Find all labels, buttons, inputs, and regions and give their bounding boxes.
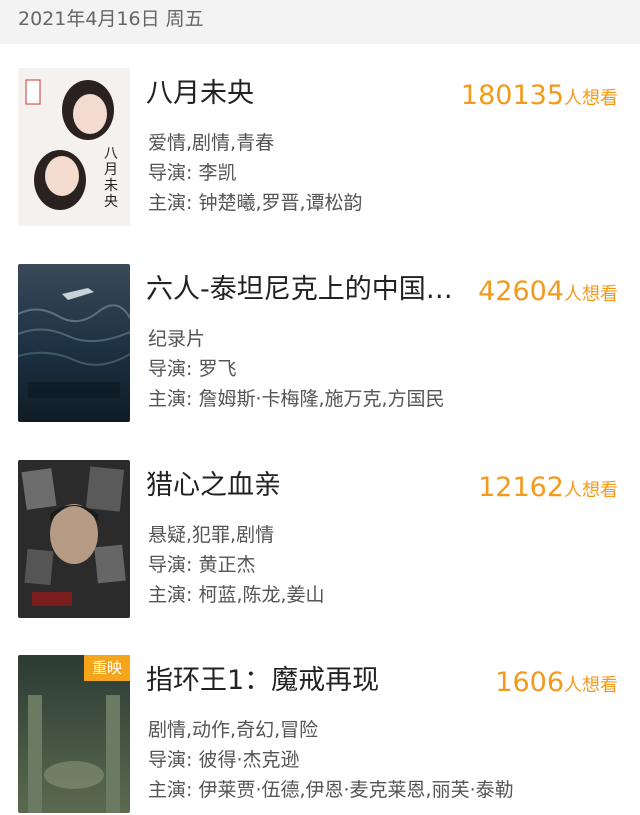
poster-image: 八 月 未 央 [18,68,130,226]
movie-poster[interactable]: 重映 [18,655,130,813]
svg-text:月: 月 [104,162,118,178]
movie-poster[interactable] [18,264,130,422]
movie-card[interactable]: 六人-泰坦尼克上的中国幸存者 42604人想看 纪录片 导演: 罗飞 主演: 詹… [0,264,640,424]
date-header: 2021年4月16日 周五 [0,0,640,44]
movie-genres: 悬疑,犯罪,剧情 [148,524,275,546]
want-count-unit: 人想看 [564,284,618,305]
want-count-number: 180135 [460,80,564,111]
svg-text:央: 央 [104,194,118,210]
movie-cast: 主演: 詹姆斯·卡梅隆,施万克,方国民 [148,388,445,410]
rerun-badge: 重映 [84,655,130,681]
movie-cast: 主演: 钟楚曦,罗晋,谭松韵 [148,192,363,214]
movie-title[interactable]: 六人-泰坦尼克上的中国幸存者 [146,270,456,310]
poster-image [18,264,130,422]
want-count: 1606人想看 [495,665,618,704]
movie-director: 导演: 李凯 [148,162,237,184]
svg-text:未: 未 [104,178,118,194]
movie-poster[interactable] [18,460,130,618]
movie-director: 导演: 彼得·杰克逊 [148,749,300,771]
movie-card[interactable]: 重映 指环王1：魔戒再现 1606人想看 剧情,动作,奇幻,冒险 导演: 彼得·… [0,655,640,815]
want-count-unit: 人想看 [564,88,618,109]
movie-cast: 主演: 伊莱贾·伍德,伊恩·麦克莱恩,丽芙·泰勒 [148,779,514,801]
movie-cast: 主演: 柯蓝,陈龙,姜山 [148,584,325,606]
want-count-number: 1606 [495,667,564,698]
movie-title[interactable]: 指环王1：魔戒再现 [146,661,456,701]
movie-title[interactable]: 八月未央 [146,74,456,114]
movie-title[interactable]: 猎心之血亲 [146,466,456,506]
want-count: 12162人想看 [478,470,618,509]
want-count: 180135人想看 [461,78,618,117]
movie-director: 导演: 罗飞 [148,358,237,380]
movie-director: 导演: 黄正杰 [148,554,256,576]
poster-image [18,460,130,618]
movie-poster[interactable]: 八 月 未 央 [18,68,130,226]
movie-card[interactable]: 八 月 未 央 八月未央 180135人想看 爱情,剧情,青春 导演: 李凯 主… [0,68,640,228]
movie-card[interactable]: 猎心之血亲 12162人想看 悬疑,犯罪,剧情 导演: 黄正杰 主演: 柯蓝,陈… [0,460,640,620]
want-count-number: 42604 [478,276,564,307]
want-count-unit: 人想看 [564,675,618,696]
want-count-number: 12162 [478,472,564,503]
want-count: 42604人想看 [478,274,618,313]
svg-text:八: 八 [104,146,118,162]
want-count-unit: 人想看 [564,480,618,501]
movie-genres: 爱情,剧情,青春 [148,132,275,154]
movie-genres: 纪录片 [148,328,206,350]
movie-genres: 剧情,动作,奇幻,冒险 [148,719,319,741]
